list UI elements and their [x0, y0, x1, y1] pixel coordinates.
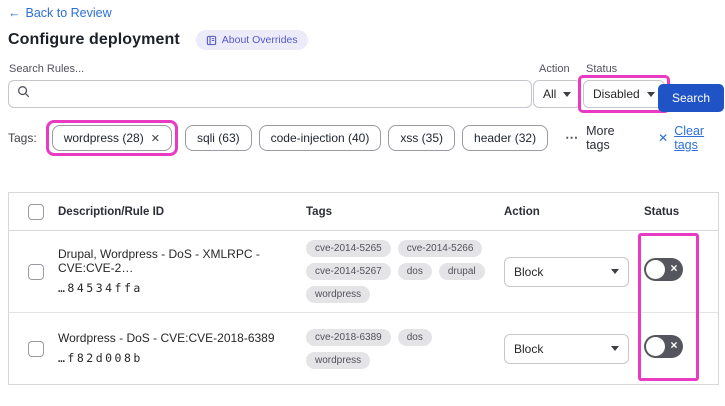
search-icon [17, 85, 30, 103]
ellipsis-icon: ⋯ [565, 130, 580, 145]
chevron-down-icon [611, 346, 619, 351]
table-row: Wordpress - DoS - CVE:CVE-2018-6389 …f82… [9, 313, 718, 384]
rule-tag: dos [397, 263, 432, 280]
chevron-down-icon [611, 269, 619, 274]
table-row: Drupal, Wordpress - DoS - XMLRPC - CVE:C… [9, 231, 718, 313]
tag-chip-label: wordpress (28) [63, 131, 144, 145]
rule-tag: cve-2014-5267 [306, 263, 391, 280]
title-row: Configure deployment About Overrides [8, 30, 308, 50]
status-toggle-off[interactable]: ✕ [644, 334, 683, 358]
rule-tag: drupal [438, 263, 485, 280]
rule-status-cell: ✕ [644, 334, 718, 363]
rule-status-cell: ✕ [644, 257, 718, 286]
selected-tag-highlight: wordpress (28) ✕ [45, 120, 178, 156]
rule-description: Wordpress - DoS - CVE:CVE-2018-6389 [58, 330, 275, 345]
column-header-description: Description/Rule ID [58, 205, 165, 218]
rule-tags-cell: cve-2014-5265 cve-2014-5266 cve-2014-526… [306, 240, 502, 303]
select-all-checkbox[interactable] [28, 203, 44, 220]
row-checkbox[interactable] [28, 263, 44, 280]
chevron-down-icon [646, 91, 655, 97]
status-filter-label: Status [586, 63, 618, 75]
tag-chip-code-injection[interactable]: code-injection (40) [258, 125, 382, 151]
header-checkbox-cell [9, 203, 58, 220]
row-checkbox[interactable] [28, 340, 44, 357]
rule-action-cell: Block [504, 333, 644, 364]
chevron-down-icon [563, 91, 572, 97]
table-header-row: Description/Rule ID Tags Action Status [9, 193, 718, 231]
search-rules-box [8, 80, 532, 108]
rule-action-value: Block [514, 341, 544, 356]
page-title: Configure deployment [8, 31, 180, 48]
tag-chip-header[interactable]: header (32) [462, 125, 549, 151]
action-filter-label: Action [539, 63, 570, 75]
more-tags-label: More tags [586, 124, 615, 152]
rule-tag: cve-2014-5265 [306, 240, 391, 257]
rule-tag: wordpress [306, 286, 371, 303]
back-arrow-icon: ← [8, 6, 21, 20]
tags-filter-bar: Tags: wordpress (28) ✕ sqli (63) code-in… [8, 120, 725, 156]
about-overrides-label: About Overrides [221, 34, 298, 46]
close-icon[interactable]: ✕ [151, 132, 160, 145]
toggle-knob [646, 259, 665, 279]
close-icon: ✕ [670, 340, 678, 352]
rule-id: …84534ffa [58, 281, 143, 296]
status-filter-value: Disabled [593, 87, 640, 101]
action-filter-value: All [543, 87, 557, 101]
rule-tag: cve-2014-5266 [397, 240, 483, 257]
close-icon: ✕ [670, 263, 678, 275]
column-header-action: Action [504, 205, 540, 218]
configure-deployment-page: ← Back to Review Configure deployment Ab… [0, 0, 725, 406]
tag-chip-wordpress[interactable]: wordpress (28) ✕ [51, 125, 172, 151]
clear-tags-label: Clear tags [674, 124, 705, 152]
tags-label: Tags: [8, 131, 37, 145]
search-rules-input[interactable] [36, 87, 523, 101]
back-link-label: Back to Review [25, 6, 112, 20]
rule-tags-cell: cve-2018-6389 dos wordpress [306, 328, 502, 369]
rule-action-dropdown[interactable]: Block [504, 333, 629, 364]
rule-action-value: Block [514, 264, 544, 279]
rule-action-cell: Block [504, 256, 644, 287]
action-filter-dropdown[interactable]: All [533, 80, 582, 108]
column-header-tags: Tags [306, 205, 332, 218]
more-tags-button[interactable]: ⋯ More tags [565, 124, 635, 152]
rule-description-cell: Wordpress - DoS - CVE:CVE-2018-6389 …f82… [58, 331, 306, 366]
rule-id: …f82d008b [58, 351, 143, 366]
row-checkbox-cell [9, 263, 58, 280]
tag-chip-xss[interactable]: xss (35) [388, 125, 456, 151]
rule-action-dropdown[interactable]: Block [504, 256, 629, 287]
column-header-status: Status [644, 205, 680, 218]
rule-description: Drupal, Wordpress - DoS - XMLRPC - CVE:C… [58, 246, 260, 276]
search-rules-label: Search Rules... [9, 63, 85, 75]
status-filter-highlight: Disabled [578, 75, 670, 113]
row-checkbox-cell [9, 340, 58, 357]
rule-tag: cve-2018-6389 [306, 328, 391, 346]
rule-description-cell: Drupal, Wordpress - DoS - XMLRPC - CVE:C… [58, 247, 306, 297]
book-icon [206, 35, 217, 46]
rules-table: Description/Rule ID Tags Action Status D… [8, 192, 719, 385]
back-to-review-link[interactable]: ← Back to Review [8, 6, 112, 20]
toggle-knob [646, 336, 665, 356]
status-filter-dropdown[interactable]: Disabled [583, 80, 665, 108]
rule-tag: wordpress [306, 351, 371, 369]
rule-tag: dos [397, 328, 432, 346]
clear-tags-button[interactable]: ✕ Clear tags [658, 124, 725, 152]
about-overrides-badge[interactable]: About Overrides [195, 30, 308, 50]
close-icon: ✕ [658, 131, 669, 145]
tag-chip-sqli[interactable]: sqli (63) [184, 125, 252, 151]
status-toggle-off[interactable]: ✕ [644, 257, 683, 281]
search-button[interactable]: Search [658, 84, 725, 112]
